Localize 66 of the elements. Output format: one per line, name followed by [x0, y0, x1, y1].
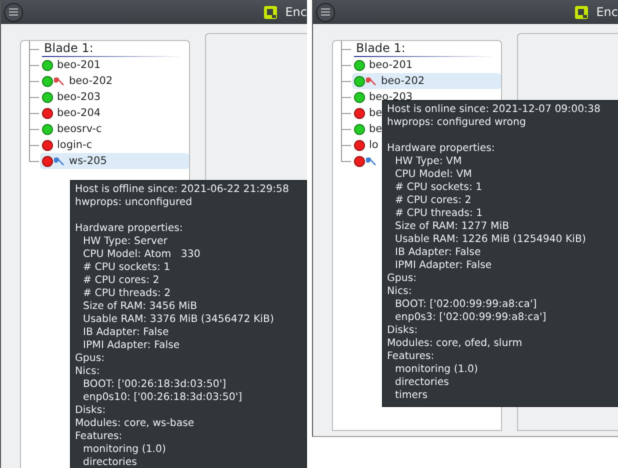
tooltip-text: Modules: core, ws-base — [75, 417, 196, 430]
window-title: Enc — [285, 5, 307, 19]
tooltip-text: Host is online since: 2021-12-07 09:00:38 — [387, 103, 602, 116]
tree-item[interactable]: login-c — [40, 137, 94, 153]
tree-item[interactable]: beosrv-c — [40, 121, 103, 137]
tooltip-text: timers — [394, 389, 429, 402]
tree-item[interactable]: lo — [352, 137, 380, 153]
tree-item[interactable]: beo-204 — [40, 105, 102, 121]
tooltip-text: enp0s10: ['00:26:18:3d:03:50'] — [82, 391, 244, 404]
tooltip-text: # CPU threads: 1 — [394, 207, 484, 220]
tooltip-text: hwprops: configured wrong — [387, 116, 527, 129]
tooltip-text: IPMI Adapter: False — [394, 259, 493, 272]
tooltip-text: Gpus: — [75, 352, 106, 365]
tree-group-header: Blade 1: — [42, 41, 182, 57]
tooltip-text: # CPU threads: 2 — [82, 287, 172, 300]
tooltip-text: directories — [82, 456, 138, 468]
tooltip-text: enp0s3: ['02:00:99:99:a8:ca'] — [394, 311, 548, 324]
tree-item[interactable]: beo-202 — [352, 73, 501, 89]
tooltip-text: IPMI Adapter: False — [82, 339, 181, 352]
tooltip-text: Disks: — [75, 404, 107, 417]
tooltip-text: HW Type: VM — [394, 155, 463, 168]
window-title: Enc — [596, 5, 618, 19]
tree-item[interactable]: be — [352, 121, 384, 137]
tree-item[interactable]: beo-203 — [40, 89, 102, 105]
tree-item[interactable]: beo-201 — [352, 57, 414, 73]
menu-button[interactable] — [316, 2, 335, 22]
tooltip-text: IB Adapter: False — [394, 246, 482, 259]
tooltip-text: Disks: — [387, 324, 419, 337]
menu-icon — [9, 8, 18, 16]
tree-item[interactable]: beo-201 — [40, 57, 102, 73]
tree-item[interactable]: beo-202 — [40, 73, 114, 89]
tooltip-text: directories — [394, 376, 450, 389]
tooltip-text: # CPU sockets: 1 — [394, 181, 484, 194]
tooltip-text: CPU Model: Atom 330 — [82, 248, 202, 261]
tooltip-text: Size of RAM: 3456 MiB — [82, 300, 198, 313]
tooltip-text: Nics: — [387, 285, 413, 298]
tooltip-text: BOOT: ['02:00:99:99:a8:ca'] — [394, 298, 538, 311]
tooltip-text: # CPU sockets: 1 — [82, 261, 172, 274]
tooltip-text: IB Adapter: False — [82, 326, 170, 339]
tooltip-text: Features: — [75, 430, 124, 443]
tooltip-text: Modules: core, ofed, slurm — [387, 337, 524, 350]
tooltip-text: Gpus: — [387, 272, 418, 285]
app-logo-icon — [575, 6, 588, 18]
tooltip-text: Host is offline since: 2021-06-22 21:29:58 — [75, 183, 290, 196]
tree-item[interactable]: ws-205 — [40, 153, 189, 169]
tooltip-text: Hardware properties: — [387, 142, 496, 155]
tooltip-text: Hardware properties: — [75, 222, 184, 235]
tooltip-text: BOOT: ['00:26:18:3d:03:50'] — [82, 378, 228, 391]
tooltip-text: Usable RAM: 1226 MiB (1254940 KiB) — [394, 233, 587, 246]
menu-icon — [321, 8, 330, 16]
tooltip-text: CPU Model: VM — [394, 168, 473, 181]
tooltip-text: Features: — [387, 350, 436, 363]
tree-item[interactable]: be — [352, 105, 384, 121]
tooltip-text: Nics: — [75, 365, 101, 378]
tooltip-text: Usable RAM: 3376 MiB (3456472 KiB) — [82, 313, 275, 326]
tree-group-header: Blade 1: — [354, 41, 494, 57]
tooltip-text: Size of RAM: 1277 MiB — [394, 220, 510, 233]
tooltip-text: # CPU cores: 2 — [82, 274, 160, 287]
tooltip-text: # CPU cores: 2 — [394, 194, 472, 207]
tooltip-text: hwprops: unconfigured — [75, 196, 194, 209]
app-logo-icon — [264, 6, 278, 18]
tooltip-text: monitoring (1.0) — [394, 363, 480, 376]
tree-item[interactable]: beo-203 — [352, 89, 414, 105]
tooltip-text: monitoring (1.0) — [82, 443, 168, 456]
menu-button[interactable] — [4, 2, 23, 22]
tooltip-text: HW Type: Server — [82, 235, 168, 248]
